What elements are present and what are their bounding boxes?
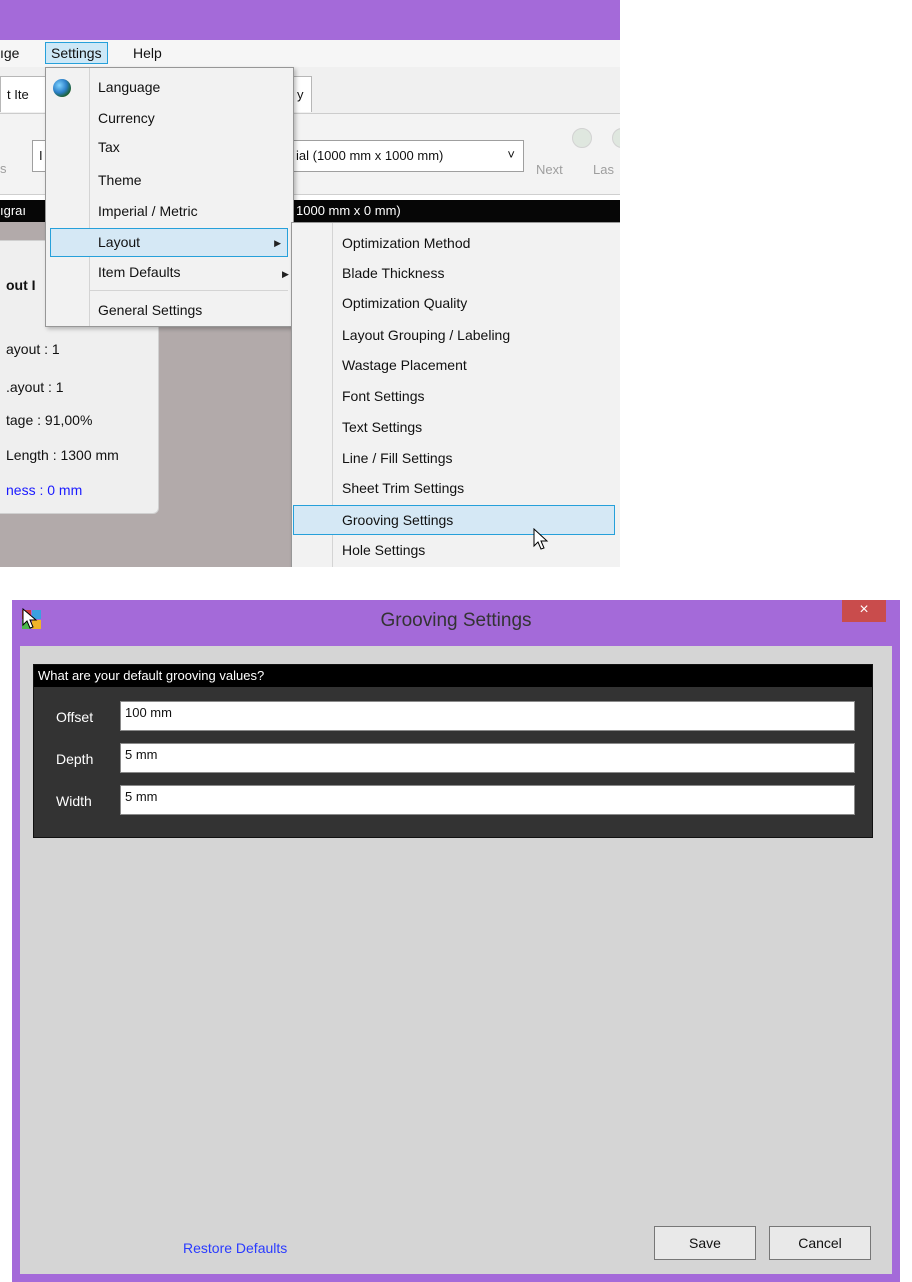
material-combo[interactable]: ial (1000 mm x 1000 mm) ˅ <box>290 140 524 172</box>
menu-language-fragment[interactable]: ıge <box>0 45 19 61</box>
submenu-item-optimization-method[interactable]: Optimization Method <box>342 235 470 251</box>
submenu-item-wastage-placement[interactable]: Wastage Placement <box>342 357 467 373</box>
last-button[interactable]: Las <box>593 162 614 177</box>
app-title-bar <box>0 0 620 40</box>
info-line: Length : 1300 mm <box>6 447 119 463</box>
submenu-item-sheet-trim-settings[interactable]: Sheet Trim Settings <box>342 480 464 496</box>
info-line: ayout : 1 <box>6 341 60 357</box>
offset-label: Offset <box>56 709 94 725</box>
menu-settings[interactable]: Settings <box>45 42 108 64</box>
menu-item-language[interactable]: Language <box>98 79 160 95</box>
menu-item-item-defaults[interactable]: Item Defaults <box>98 264 180 280</box>
submenu-item-text-settings[interactable]: Text Settings <box>342 419 422 435</box>
width-field[interactable] <box>120 785 855 815</box>
menu-item-layout[interactable]: Layout ▶ <box>50 228 288 257</box>
submenu-item-line-fill-settings[interactable]: Line / Fill Settings <box>342 450 453 466</box>
menu-item-layout-label: Layout <box>98 234 141 250</box>
layout-header-dimensions: 1000 mm x 0 mm) <box>296 203 401 218</box>
grooving-values-group: What are your default grooving values? O… <box>33 664 873 838</box>
material-combo-value: ial (1000 mm x 1000 mm) <box>296 148 444 163</box>
settings-menu: Language Currency Tax Theme Imperial / M… <box>45 67 294 327</box>
group-header: What are your default grooving values? <box>34 665 872 687</box>
last-arrow-icon[interactable] <box>612 128 620 148</box>
menu-item-theme[interactable]: Theme <box>98 172 142 188</box>
close-button[interactable]: × <box>842 600 886 622</box>
dialog-body: What are your default grooving values? O… <box>20 646 892 1274</box>
submenu-item-font-settings[interactable]: Font Settings <box>342 388 425 404</box>
menu-item-tax[interactable]: Tax <box>98 139 120 155</box>
info-blade-thickness: ness : 0 mm <box>6 482 83 498</box>
app-screenshot: ıge Settings Help t Ite y s I ial (1000 … <box>0 0 620 567</box>
depth-label: Depth <box>56 751 94 767</box>
submenu-item-hole-settings[interactable]: Hole Settings <box>342 542 425 558</box>
depth-field[interactable] <box>120 743 855 773</box>
submenu-arrow-icon: ▶ <box>282 269 289 279</box>
submenu-item-grooving-settings[interactable]: Grooving Settings <box>293 505 615 535</box>
globe-icon <box>53 79 71 97</box>
toolbar-fragment-label: s <box>0 161 7 176</box>
layout-header-left: ıgraı <box>0 203 27 218</box>
layout-submenu: Optimization Method Blade Thickness Opti… <box>291 222 620 567</box>
mouse-cursor-icon <box>533 528 549 550</box>
save-button[interactable]: Save <box>654 1226 756 1260</box>
grooving-settings-dialog: Grooving Settings × What are your defaul… <box>12 600 900 1282</box>
submenu-arrow-icon: ▶ <box>274 238 281 248</box>
submenu-item-layout-grouping[interactable]: Layout Grouping / Labeling <box>342 327 510 343</box>
menu-item-currency[interactable]: Currency <box>98 110 155 126</box>
dialog-title: Grooving Settings <box>380 610 532 631</box>
info-title: out I <box>6 277 36 293</box>
submenu-item-optimization-quality[interactable]: Optimization Quality <box>342 295 467 311</box>
menu-help[interactable]: Help <box>133 45 162 61</box>
menu-item-imperial-metric[interactable]: Imperial / Metric <box>98 203 198 219</box>
submenu-item-blade-thickness[interactable]: Blade Thickness <box>342 265 444 281</box>
submenu-item-grooving-label: Grooving Settings <box>342 512 454 528</box>
chevron-down-icon: ˅ <box>507 147 515 162</box>
menu-item-general-settings[interactable]: General Settings <box>98 302 202 318</box>
info-line: tage : 91,00% <box>6 412 93 428</box>
menu-bar: ıge Settings Help <box>0 40 620 67</box>
next-button[interactable]: Next <box>536 162 563 177</box>
group-title: What are your default grooving values? <box>38 668 265 683</box>
next-arrow-icon[interactable] <box>572 128 592 148</box>
offset-field[interactable] <box>120 701 855 731</box>
info-line: .ayout : 1 <box>6 379 64 395</box>
width-label: Width <box>56 793 92 809</box>
close-icon: × <box>859 601 869 618</box>
cancel-button[interactable]: Cancel <box>769 1226 871 1260</box>
restore-defaults-link[interactable]: Restore Defaults <box>183 1240 287 1256</box>
